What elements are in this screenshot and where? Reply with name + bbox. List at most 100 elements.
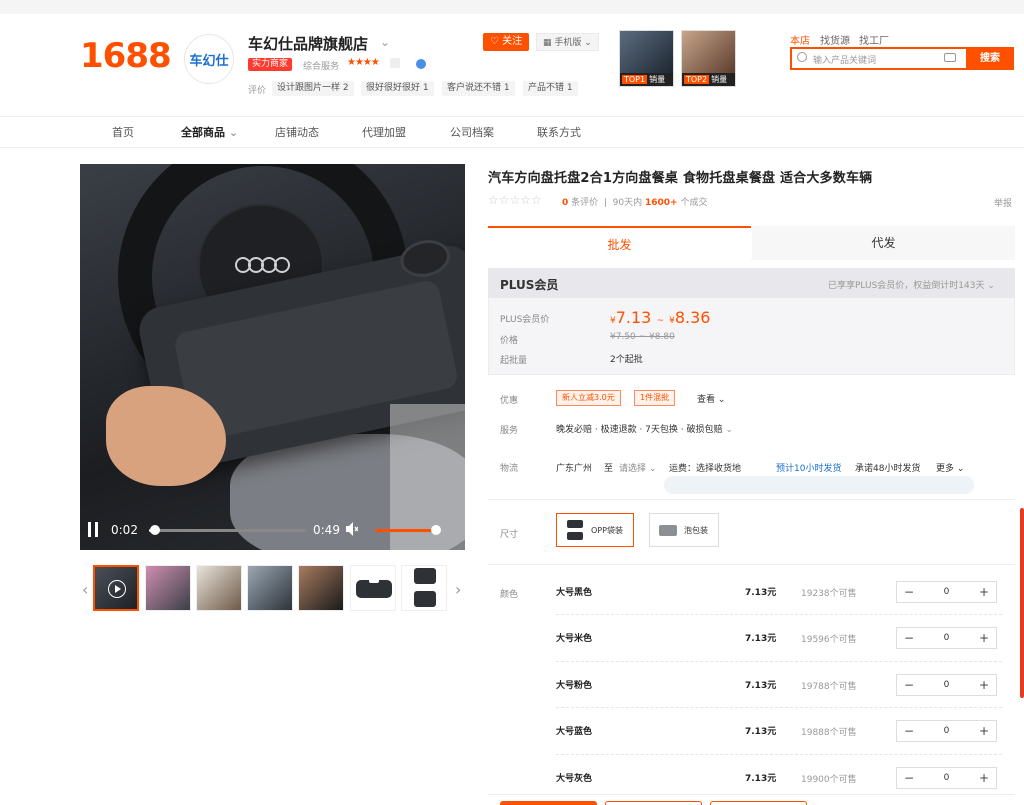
orig-price-label: 价格 (500, 336, 519, 346)
chevron-down-icon[interactable]: ⌄ (380, 35, 390, 49)
side-toolbar-edge[interactable] (1020, 508, 1024, 698)
color-stock: 19238个可售 (801, 589, 857, 599)
mobile-version-button[interactable]: ▦ 手机版 ⌄ (536, 33, 599, 51)
nav-item-all-products[interactable]: 全部商品 ⌄ (181, 124, 238, 140)
site-logo[interactable]: 1688 (80, 36, 172, 76)
scope-tab-store[interactable]: 本店 (790, 32, 810, 47)
search-button[interactable]: 搜索 (966, 47, 1014, 70)
quantity-value[interactable]: 0 (921, 768, 972, 788)
volume-slider[interactable] (375, 529, 438, 532)
quantity-stepper[interactable]: − 0 + (896, 581, 997, 603)
chevron-down-icon: ⌄ (584, 38, 592, 48)
minus-icon[interactable]: − (897, 628, 921, 648)
chevron-down-icon: ⌄ (987, 281, 995, 291)
color-name: 大号粉色 (556, 681, 593, 691)
thumbnail[interactable] (350, 565, 396, 611)
eval-tag[interactable]: 客户说还不错 1 (442, 81, 515, 96)
minus-icon[interactable]: − (897, 721, 921, 741)
eval-tag[interactable]: 很好很好很好 1 (361, 81, 434, 96)
color-label: 颜色 (500, 590, 519, 600)
size-option-label: OPP袋装 (591, 526, 623, 535)
shop-avatar[interactable]: 车幻仕 (184, 34, 234, 84)
logistics-ship-time: 预计10小时发货 (776, 464, 842, 474)
size-option-opp[interactable]: OPP袋装 (556, 513, 634, 547)
plus-countdown-note[interactable]: 已享享PLUS会员价，权益倒计时143天 ⌄ (828, 278, 995, 291)
minus-icon[interactable]: − (897, 582, 921, 602)
plus-icon[interactable]: + (972, 628, 996, 648)
quantity-value[interactable]: 0 (921, 582, 972, 602)
plus-price-range: ¥7.13 ~ ¥8.36 (610, 308, 711, 327)
eval-tag[interactable]: 设计跟图片一样 2 (272, 81, 354, 96)
plus-icon[interactable]: + (972, 582, 996, 602)
plus-icon[interactable]: + (972, 768, 996, 788)
color-name: 大号蓝色 (556, 727, 593, 737)
eval-tag[interactable]: 产品不错 1 (523, 81, 578, 96)
sales-count: 1600+ (644, 198, 678, 208)
thumbnail[interactable] (401, 565, 447, 611)
minus-icon[interactable]: − (897, 768, 921, 788)
scope-tab-source[interactable]: 找货源 (820, 32, 850, 47)
logistics-more[interactable]: 更多 ⌄ (936, 461, 964, 474)
thumbnail-video[interactable] (93, 565, 139, 611)
thumbnail[interactable] (298, 565, 344, 611)
minus-icon[interactable]: − (897, 675, 921, 695)
thumbnail[interactable] (247, 565, 293, 611)
nav-item-news[interactable]: 店铺动态 (275, 124, 319, 140)
quantity-value[interactable]: 0 (921, 721, 972, 741)
promo-rank: TOP1 (622, 75, 648, 84)
shop-name[interactable]: 车幻仕品牌旗舰店 (248, 33, 368, 54)
offers-more-link[interactable]: 查看 ⌄ (697, 392, 725, 405)
quantity-value[interactable]: 0 (921, 675, 972, 695)
row-divider (556, 661, 1002, 662)
add-to-cart-button[interactable] (605, 801, 702, 805)
quantity-stepper[interactable]: − 0 + (896, 767, 997, 789)
quantity-stepper[interactable]: − 0 + (896, 720, 997, 742)
chevron-down-icon: ⌄ (956, 464, 965, 474)
quantity-value[interactable]: 0 (921, 628, 972, 648)
quantity-stepper[interactable]: − 0 + (896, 627, 997, 649)
plus-icon[interactable]: + (972, 721, 996, 741)
nav-item-label: 全部商品 (181, 126, 225, 139)
logistics-origin: 广东广州 (556, 464, 593, 474)
product-video[interactable] (80, 164, 465, 550)
video-current-time: 0:02 (111, 523, 138, 537)
thumbnail[interactable] (196, 565, 242, 611)
chevron-down-icon: ⌄ (648, 464, 657, 474)
thumbnail[interactable] (145, 565, 191, 611)
logistics-destination-select[interactable]: 请选择 ⌄ (619, 461, 656, 474)
logistics-label: 物流 (500, 464, 519, 474)
pause-icon[interactable] (88, 522, 98, 537)
video-progress-track[interactable] (149, 529, 306, 532)
review-sales-summary[interactable]: 0 条评价 | 90天内 1600+ 个成交 (562, 195, 707, 208)
nav-item-home[interactable]: 首页 (112, 124, 134, 140)
chevron-right-icon[interactable]: › (455, 580, 461, 599)
chevron-left-icon[interactable]: ‹ (82, 580, 88, 599)
buy-now-button[interactable] (500, 801, 597, 805)
video-progress-handle[interactable] (150, 525, 160, 535)
dropship-button[interactable] (710, 801, 807, 805)
volume-handle[interactable] (431, 525, 441, 535)
tab-dropship[interactable]: 代发 (752, 226, 1015, 260)
search-placeholder: 输入产品关键词 (813, 56, 877, 66)
quantity-stepper[interactable]: − 0 + (896, 674, 997, 696)
coupon-badge[interactable]: 新人立减3.0元 (556, 390, 621, 406)
tab-wholesale[interactable]: 批发 (488, 226, 751, 260)
logistics-promise: 承诺48小时发货 (855, 464, 921, 474)
report-link[interactable]: 举报 (994, 196, 1012, 209)
color-price: 7.13元 (745, 588, 777, 598)
promo-card-top1[interactable]: TOP1 销量 (619, 30, 674, 87)
follow-button[interactable]: ♡ 关注 (483, 33, 530, 51)
plus-icon[interactable]: + (972, 675, 996, 695)
color-stock: 19888个可售 (801, 728, 857, 738)
nav-item-contact[interactable]: 联系方式 (537, 124, 581, 140)
service-text[interactable]: 晚发必赔 · 极速退款 · 7天包换 · 破损包赔 ⌄ (556, 422, 733, 435)
camera-icon[interactable] (944, 53, 956, 62)
color-price: 7.13元 (745, 774, 777, 784)
nav-item-agency[interactable]: 代理加盟 (362, 124, 406, 140)
promo-card-top2[interactable]: TOP2 销量 (681, 30, 736, 87)
coupon-badge[interactable]: 1件混批 (634, 390, 676, 406)
nav-item-company[interactable]: 公司档案 (450, 124, 494, 140)
scope-tab-factory[interactable]: 找工厂 (859, 32, 889, 47)
size-option-bubble[interactable]: 泡包装 (649, 513, 719, 547)
volume-icon[interactable] (346, 522, 358, 536)
